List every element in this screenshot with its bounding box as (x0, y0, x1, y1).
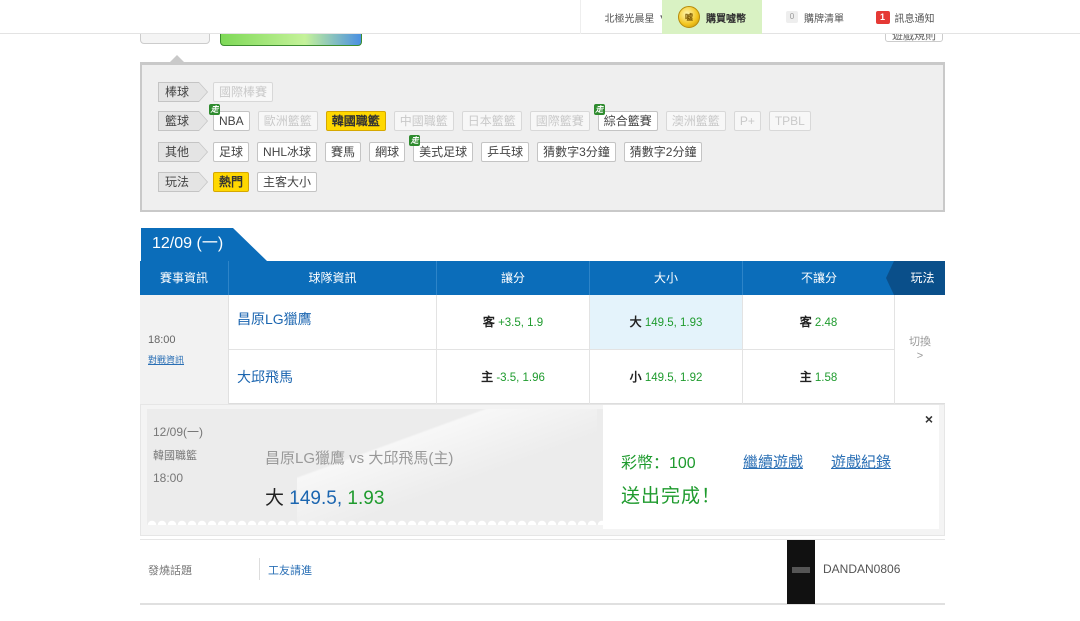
category-play[interactable]: 玩法 (158, 172, 209, 192)
game-history-link[interactable]: 遊戲紀錄 (831, 451, 891, 472)
buy-coins-label: 購買噓幣 (706, 13, 746, 25)
panel-notch (168, 55, 186, 64)
tag-australia-basketball[interactable]: 澳洲籃籃 (665, 111, 726, 131)
tag-kbl[interactable]: 韓國職籃 (325, 111, 386, 131)
moneyline-away-odds[interactable]: 客 2.48 (743, 295, 895, 349)
divider (259, 558, 260, 580)
play-type-tab[interactable]: 玩法 (886, 261, 945, 295)
message-count-badge: 1 (875, 10, 890, 24)
switch-play-button[interactable]: 切換 > (895, 295, 945, 404)
total-under-odds[interactable]: 小 149.5, 1.92 (590, 350, 743, 404)
moneyline-home-odds[interactable]: 主 1.58 (743, 350, 895, 404)
topic-link[interactable]: 工友請進 (268, 562, 312, 578)
chevron-right-icon: > (916, 350, 924, 362)
receipt-coins: 彩幣：100 (621, 455, 696, 472)
cart-count-badge: 0 (786, 11, 798, 23)
region-label: 北極光晨星 (604, 13, 655, 25)
live-icon: 走 (409, 135, 421, 146)
date-tab-label: 12/09 (一) (141, 228, 233, 261)
tag-euro-basketball[interactable]: 歐洲籃籃 (257, 111, 318, 131)
category-baseball[interactable]: 棒球 (158, 82, 209, 102)
category-basketball[interactable]: 籃球 (158, 111, 209, 131)
tag-american-football[interactable]: 走美式足球 (409, 135, 474, 162)
receipt-time: 18:00 (153, 471, 184, 485)
tag-tennis[interactable]: 網球 (369, 142, 406, 162)
team-home[interactable]: 大邱飛馬 (229, 350, 437, 404)
live-icon: 走 (209, 104, 221, 115)
tag-nba[interactable]: 走 NBA (209, 104, 250, 131)
tag-soccer[interactable]: 足球 (213, 142, 250, 162)
tag-guess-number-2[interactable]: 猜數字2分鐘 (623, 142, 703, 162)
header-event-info: 賽事資訊 (140, 261, 229, 295)
receipt-status-panel: 彩幣：100 送出完成！ 繼續遊戲 遊戲紀錄 × (603, 405, 939, 529)
event-info-cell: 18:00 對戰資訊 (140, 295, 229, 404)
tag-cba[interactable]: 中國職籃 (393, 111, 454, 131)
tag-hot[interactable]: 熱門 (213, 172, 250, 192)
filter-row-play: 玩法 熱門 主客大小 (158, 171, 325, 193)
tag-nhl[interactable]: NHL冰球 (257, 142, 318, 162)
switch-label: 切換 (909, 336, 931, 348)
matchup-info-link[interactable]: 對戰資訊 (148, 353, 184, 366)
receipt-matchup: 昌原LG獵鷹 vs 大邱飛馬(主) (265, 450, 454, 467)
sport-filter-panel: 棒球 國際棒賽 籃球 走 NBA 歐洲籃籃 韓國職籃 中國職籃 日本籃籃 國際籃賽… (140, 55, 945, 212)
messages-link[interactable]: 1 訊息通知 (865, 0, 945, 34)
receipt-pick: 大 149.5, 1.93 (265, 488, 385, 509)
category-other[interactable]: 其他 (158, 142, 209, 162)
avatar[interactable] (787, 540, 815, 604)
tag-home-away-total[interactable]: 主客大小 (257, 172, 318, 192)
total-over-odds[interactable]: 大 149.5, 1.93 (590, 295, 743, 349)
receipt-date: 12/09(一) (153, 425, 204, 439)
tag-japan-basketball[interactable]: 日本籃籃 (461, 111, 522, 131)
top-bar: 北極光晨星 ▼ 噓 購買噓幣 0 購牌清單 1 訊息通知 (0, 0, 1080, 34)
filter-row-other: 其他 足球 NHL冰球 賽馬 網球 走美式足球 乒乓球 猜數字3分鐘 猜數字2分… (158, 135, 710, 163)
spread-home-odds[interactable]: 主 -3.5, 1.96 (437, 350, 590, 404)
filter-row-basketball: 籃球 走 NBA 歐洲籃籃 韓國職籃 中國職籃 日本籃籃 國際籃賽 走綜合籃賽 澳… (158, 104, 819, 132)
tag-guess-number-3[interactable]: 猜數字3分鐘 (537, 142, 616, 162)
messages-label: 訊息通知 (894, 13, 935, 25)
receipt-done-message: 送出完成！ (621, 486, 722, 507)
close-icon[interactable]: × (925, 411, 933, 427)
cart-link[interactable]: 0 購牌清單 (775, 0, 855, 34)
table-row: 18:00 對戰資訊 昌原LG獵鷹 大邱飛馬 客 +3.5, 1.9 主 -3.… (140, 295, 945, 404)
tag-horse-racing[interactable]: 賽馬 (325, 142, 362, 162)
coin-icon: 噓 (678, 6, 700, 28)
team-away[interactable]: 昌原LG獵鷹 (229, 295, 437, 349)
bet-ticket: 12/09(一) 韓國職籃 18:00 昌原LG獵鷹 vs 大邱飛馬(主) 大 … (147, 409, 603, 525)
tag-combined-basketball[interactable]: 走綜合籃賽 (593, 104, 658, 131)
tag-tpbl[interactable]: TPBL (768, 111, 811, 131)
hot-topics-label: 發燒話題 (148, 565, 192, 577)
spread-away-odds[interactable]: 客 +3.5, 1.9 (437, 295, 590, 349)
header-moneyline: 不讓分 (800, 271, 837, 285)
bet-receipt: 12/09(一) 韓國職籃 18:00 昌原LG獵鷹 vs 大邱飛馬(主) 大 … (140, 404, 945, 536)
ticket-zigzag-edge (147, 517, 603, 525)
buy-coins-button[interactable]: 噓 購買噓幣 (662, 0, 762, 34)
tag-intl-baseball[interactable]: 國際棒賽 (213, 82, 274, 102)
tag-table-tennis[interactable]: 乒乓球 (481, 142, 530, 162)
event-time: 18:00 (148, 334, 176, 346)
hot-topics-bar: 發燒話題 工友請進 DANDAN0806 (140, 539, 945, 605)
cart-label: 購牌清單 (804, 13, 844, 25)
table-header: 賽事資訊 球隊資訊 讓分 大小 不讓分 玩法 (140, 261, 945, 295)
username[interactable]: DANDAN0806 (823, 562, 900, 576)
header-total: 大小 (590, 261, 743, 295)
tag-intl-basketball[interactable]: 國際籃賽 (529, 111, 590, 131)
filter-row-baseball: 棒球 國際棒賽 (158, 81, 281, 103)
header-spread: 讓分 (437, 261, 590, 295)
header-team-info: 球隊資訊 (229, 261, 437, 295)
tag-p-plus[interactable]: P+ (733, 111, 761, 131)
live-icon: 走 (593, 104, 605, 115)
receipt-league: 韓國職籃 (153, 450, 197, 462)
continue-game-link[interactable]: 繼續遊戲 (743, 451, 803, 472)
date-tab-slope (233, 228, 267, 261)
